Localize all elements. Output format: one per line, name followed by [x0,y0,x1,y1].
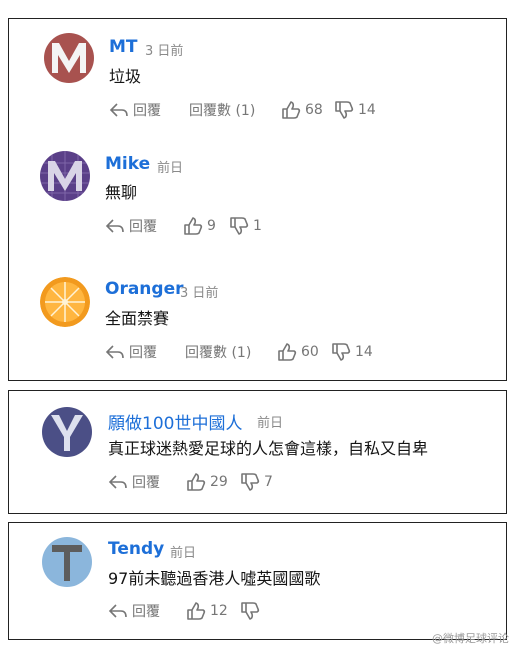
timestamp: 前日 [170,546,197,561]
like-count: 12 [210,603,228,619]
dislike-button[interactable]: 7 [240,471,273,493]
timestamp: 3 日前 [145,44,184,59]
comment-text: 無聊 [105,183,138,202]
dislike-button[interactable]: 1 [229,215,262,237]
like-count: 68 [305,102,323,118]
commenter-name[interactable]: Mike [105,154,150,174]
thumbs-down-icon [335,101,354,119]
commenter-name[interactable]: MT [109,37,138,57]
like-button[interactable]: 9 [183,215,216,237]
dislike-count: 7 [264,474,273,490]
reply-arrow-icon [105,219,124,233]
like-button[interactable]: 12 [186,600,228,622]
comment-panel-3: Tendy 前日 97前未聽過香港人噓英國國歌 回覆 12 [8,522,507,640]
comment-actions: 回覆 12 [108,600,308,622]
reply-label: 回覆 [132,475,160,491]
watermark: @微博足球评论 [432,632,509,645]
comment-actions: 回覆 9 1 [105,215,305,237]
comment-actions: 回覆 29 7 [108,471,308,493]
commenter-name[interactable]: 願做100世中國人 [108,409,242,434]
comment-actions: 回覆 回覆數 (1) 68 14 [109,99,409,121]
comment-text: 真正球迷熱愛足球的人怎會這樣，自私又自卑 [108,439,429,458]
reply-count-label: 回覆數 (1) [189,103,256,119]
commenter-name[interactable]: Oranger [105,279,184,299]
comment-text: 97前未聽過香港人噓英國國歌 [108,569,321,588]
dislike-button[interactable] [240,600,264,622]
comment-panel-1: MT 3 日前 垃圾 回覆 回覆數 (1) 68 14 Mike 前日 無聊 回… [8,18,507,381]
avatar[interactable] [42,537,92,587]
dislike-count: 1 [253,218,262,234]
thumbs-up-icon [278,343,297,361]
dislike-button[interactable]: 14 [331,341,373,363]
comment-panel-2: 願做100世中國人 前日 真正球迷熱愛足球的人怎會這樣，自私又自卑 回覆 29 … [8,390,507,514]
reply-count-button[interactable]: 回覆數 (1) [185,341,251,363]
comment-text: 全面禁賽 [105,309,170,328]
like-button[interactable]: 29 [186,471,228,493]
thumbs-up-icon [282,101,301,119]
avatar[interactable] [42,407,92,457]
reply-count-button[interactable]: 回覆數 (1) [189,99,255,121]
reply-arrow-icon [108,604,127,618]
avatar[interactable] [40,151,90,201]
reply-label: 回覆 [129,219,157,235]
like-count: 60 [301,344,319,360]
comment-mike: Mike 前日 無聊 回覆 9 1 [9,139,506,259]
dislike-count: 14 [355,344,373,360]
thumbs-up-icon [187,473,206,491]
like-count: 9 [207,218,216,234]
reply-button[interactable]: 回覆 [109,99,161,121]
timestamp: 前日 [257,416,284,431]
like-button[interactable]: 68 [281,99,323,121]
avatar[interactable] [40,277,90,327]
comment-mt: MT 3 日前 垃圾 回覆 回覆數 (1) 68 14 [9,19,506,139]
reply-arrow-icon [109,103,128,117]
like-button[interactable]: 60 [277,341,319,363]
timestamp: 前日 [157,161,184,176]
reply-button[interactable]: 回覆 [105,341,157,363]
reply-arrow-icon [105,345,124,359]
comment-tendy: Tendy 前日 97前未聽過香港人噓英國國歌 回覆 12 [9,523,506,641]
reply-count-label: 回覆數 (1) [185,345,252,361]
reply-button[interactable]: 回覆 [108,471,160,493]
dislike-button[interactable]: 14 [334,99,376,121]
reply-label: 回覆 [133,103,161,119]
timestamp: 3 日前 [180,286,219,301]
comment-actions: 回覆 回覆數 (1) 60 14 [105,341,405,363]
dislike-count: 14 [358,102,376,118]
thumbs-up-icon [184,217,203,235]
comment-oranger: Oranger 3 日前 全面禁賽 回覆 回覆數 (1) 60 14 [9,259,506,379]
commenter-name[interactable]: Tendy [108,539,164,559]
thumbs-up-icon [187,602,206,620]
reply-arrow-icon [108,475,127,489]
comment-text: 垃圾 [109,67,142,86]
thumbs-down-icon [241,473,260,491]
thumbs-down-icon [241,602,260,620]
like-count: 29 [210,474,228,490]
thumbs-down-icon [332,343,351,361]
comment-china: 願做100世中國人 前日 真正球迷熱愛足球的人怎會這樣，自私又自卑 回覆 29 … [9,391,506,515]
reply-button[interactable]: 回覆 [108,600,160,622]
avatar[interactable] [44,33,94,83]
thumbs-down-icon [230,217,249,235]
reply-label: 回覆 [132,604,160,620]
reply-button[interactable]: 回覆 [105,215,157,237]
reply-label: 回覆 [129,345,157,361]
